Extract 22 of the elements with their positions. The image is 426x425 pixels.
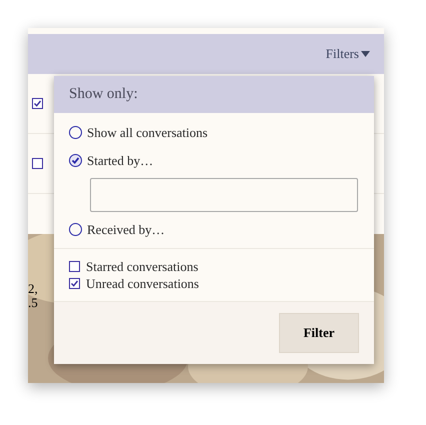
check-icon — [71, 156, 80, 165]
text-fragment: 2, — [28, 282, 38, 296]
radio-button[interactable] — [69, 126, 82, 140]
radio-label: Received by… — [87, 221, 165, 239]
radio-button[interactable] — [69, 223, 82, 236]
popover-header: Show only: — [54, 76, 374, 113]
checkbox[interactable] — [69, 278, 80, 288]
check-icon — [70, 278, 79, 288]
checkbox-label: Starred conversations — [86, 258, 198, 274]
checkbox[interactable] — [69, 260, 80, 272]
filters-button[interactable]: Filters — [326, 44, 370, 64]
caret-icon — [361, 51, 370, 57]
checkbox-label: Unread conversations — [86, 276, 199, 290]
text-fragment: .5 — [28, 296, 38, 310]
filter-button[interactable]: Filter — [279, 312, 359, 352]
radio-label: Started by… — [87, 152, 154, 170]
radio-label: Show all conversations — [87, 124, 208, 142]
checkbox[interactable] — [32, 158, 43, 169]
input-field[interactable] — [90, 178, 358, 212]
check-icon — [33, 99, 42, 108]
checkbox[interactable] — [32, 98, 43, 109]
radio-button[interactable] — [69, 154, 82, 167]
